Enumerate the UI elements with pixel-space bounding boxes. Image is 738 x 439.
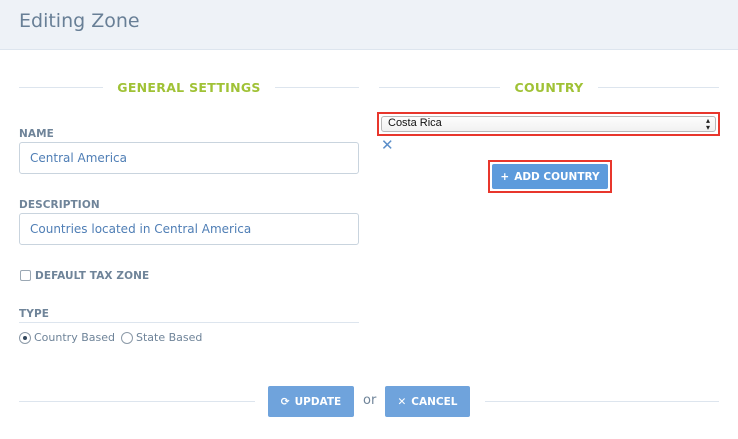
default-tax-zone-label: DEFAULT TAX ZONE (35, 270, 150, 282)
divider (19, 401, 255, 402)
default-tax-zone-checkbox[interactable] (20, 270, 31, 281)
divider (379, 86, 501, 88)
update-button[interactable]: ⟳ UPDATE (268, 386, 354, 417)
general-settings-title: GENERAL SETTINGS (117, 79, 261, 95)
country-select-value: Costa Rica (388, 117, 442, 129)
state-based-label: State Based (136, 331, 203, 344)
divider (19, 322, 359, 323)
country-title: COUNTRY (514, 79, 584, 95)
close-icon: ✕ (397, 395, 407, 408)
divider (485, 401, 719, 402)
divider (597, 86, 719, 88)
country-select[interactable]: Costa Rica ▴ ▾ (381, 116, 716, 132)
close-icon[interactable]: ✕ (381, 136, 394, 154)
page-header: Editing Zone (0, 0, 738, 50)
state-based-radio[interactable] (121, 332, 133, 344)
update-label: UPDATE (294, 395, 342, 408)
country-heading: COUNTRY (379, 79, 719, 95)
divider (19, 86, 104, 88)
refresh-icon: ⟳ (280, 395, 290, 408)
country-based-label: Country Based (34, 331, 115, 344)
cancel-button[interactable]: ✕ CANCEL (385, 386, 470, 417)
page-title: Editing Zone (19, 10, 140, 32)
name-label: NAME (19, 128, 54, 140)
plus-icon: + (500, 170, 510, 183)
country-based-radio[interactable] (19, 332, 31, 344)
select-arrows-icon: ▴ ▾ (705, 116, 710, 132)
add-country-label: ADD COUNTRY (514, 170, 600, 183)
general-settings-heading: GENERAL SETTINGS (19, 79, 360, 95)
name-input[interactable] (19, 142, 359, 174)
add-country-highlight: + ADD COUNTRY (488, 160, 612, 193)
description-input[interactable] (19, 213, 359, 245)
or-text: or (363, 393, 377, 408)
divider (274, 86, 360, 88)
description-label: DESCRIPTION (19, 199, 100, 211)
country-select-highlight: Costa Rica ▴ ▾ (377, 112, 720, 136)
type-label: TYPE (19, 308, 50, 320)
cancel-label: CANCEL (411, 395, 458, 408)
add-country-button[interactable]: + ADD COUNTRY (492, 164, 608, 189)
